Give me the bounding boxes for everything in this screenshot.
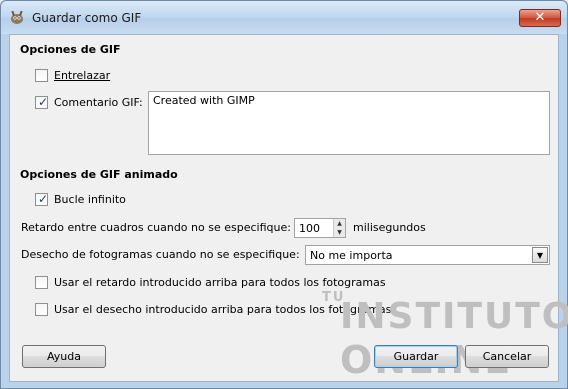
gif-options-heading: Opciones de GIF bbox=[20, 43, 121, 56]
spin-down-icon[interactable]: ▼ bbox=[334, 228, 345, 237]
check-icon: ✓ bbox=[38, 95, 49, 109]
delay-value: 100 bbox=[299, 222, 320, 235]
delay-spinbox[interactable]: 100 ▲ ▼ bbox=[294, 218, 346, 238]
comment-textarea[interactable]: Created with GIMP bbox=[148, 91, 550, 155]
disposal-selected: No me importa bbox=[310, 249, 393, 262]
window-title: Guardar como GIF bbox=[32, 11, 142, 25]
spin-arrows: ▲ ▼ bbox=[333, 219, 345, 237]
close-button[interactable]: ✕ bbox=[519, 9, 561, 27]
use-delay-label[interactable]: Usar el retardo introducido arriba para … bbox=[54, 276, 386, 289]
spin-up-icon[interactable]: ▲ bbox=[334, 219, 345, 228]
use-disposal-checkbox[interactable] bbox=[35, 303, 48, 316]
gimp-icon bbox=[11, 10, 23, 24]
animated-options-heading: Opciones de GIF animado bbox=[20, 168, 178, 181]
delay-label: Retardo entre cuadros cuando no se espec… bbox=[21, 221, 291, 234]
save-as-gif-dialog: Guardar como GIF ✕ Opciones de GIF Entre… bbox=[0, 0, 568, 389]
check-icon: ✓ bbox=[38, 192, 49, 206]
comment-checkbox[interactable]: ✓ bbox=[35, 95, 49, 109]
use-delay-checkbox[interactable] bbox=[35, 276, 48, 289]
cancel-button[interactable]: Cancelar bbox=[465, 345, 549, 368]
save-button[interactable]: Guardar bbox=[374, 345, 458, 368]
interlace-label[interactable]: Entrelazar bbox=[54, 69, 110, 82]
disposal-dropdown[interactable]: No me importa ▼ bbox=[305, 245, 550, 265]
loop-checkbox[interactable]: ✓ bbox=[35, 192, 49, 206]
comment-label[interactable]: Comentario GIF: bbox=[54, 96, 143, 109]
dropdown-arrow-icon[interactable]: ▼ bbox=[532, 247, 548, 263]
watermark-line2: INSTITUTO bbox=[340, 296, 568, 337]
close-icon: ✕ bbox=[534, 10, 546, 25]
title-bar[interactable]: Guardar como GIF ✕ bbox=[1, 1, 567, 34]
interlace-label-text: Entrelazar bbox=[54, 69, 111, 82]
help-button[interactable]: Ayuda bbox=[22, 345, 106, 368]
watermark-logo: TU INSTITUTO ONLINE bbox=[322, 290, 568, 382]
disposal-label: Desecho de fotogramas cuando no se espec… bbox=[21, 248, 300, 261]
interlace-checkbox[interactable] bbox=[35, 69, 48, 82]
delay-unit: milisegundos bbox=[353, 221, 426, 234]
dialog-content: Opciones de GIF Entrelazar ✓ Comentario … bbox=[9, 34, 568, 382]
loop-label[interactable]: Bucle infinito bbox=[54, 193, 126, 206]
